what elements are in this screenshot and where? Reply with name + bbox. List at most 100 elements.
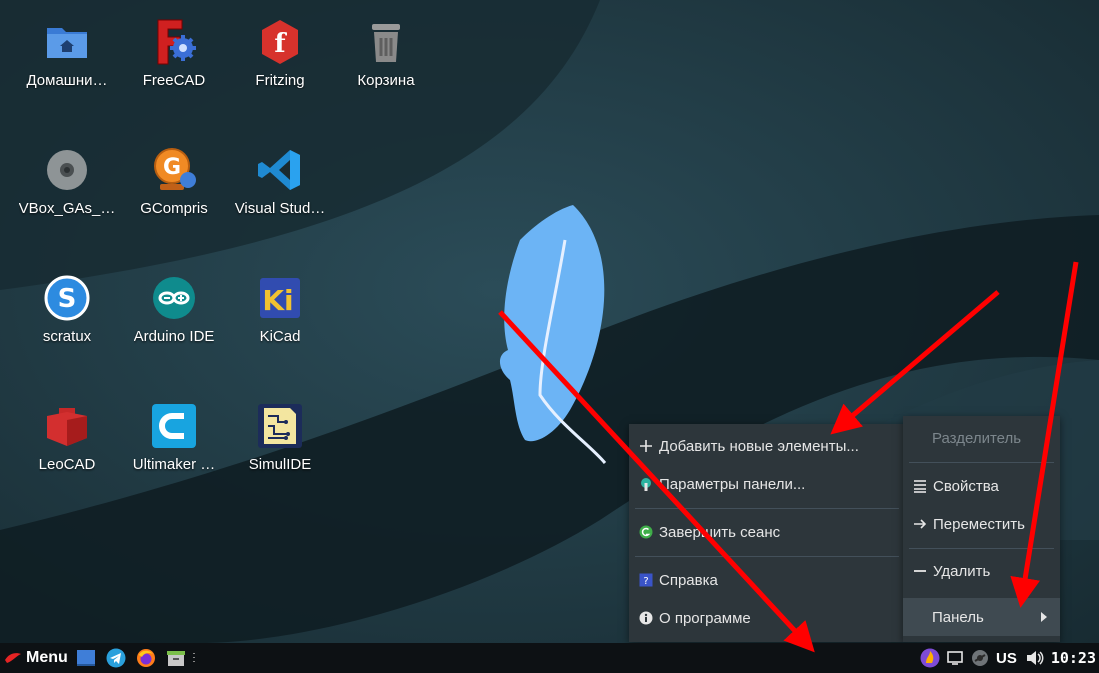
properties-icon <box>913 479 927 493</box>
submenu-arrow-icon <box>1041 612 1047 622</box>
desktop-icon-freecad[interactable]: FreeCAD <box>120 2 228 98</box>
trash-icon <box>372 24 400 62</box>
desktop-icon-trash[interactable]: Корзина <box>332 2 440 98</box>
cura-icon <box>152 404 196 448</box>
desktop-icon-label: SimulIDE <box>248 456 312 473</box>
desktop-icon-kicad[interactable]: Ki KiCad <box>226 258 334 354</box>
menu-item-properties[interactable]: Свойства <box>903 467 1060 505</box>
separator-dots-icon <box>192 653 195 662</box>
menu-separator <box>909 462 1054 463</box>
menu-item-separator-title: Разделитель <box>903 419 1060 457</box>
network-icon <box>972 650 988 666</box>
svg-text:Ki: Ki <box>262 284 293 317</box>
tray-app-icon <box>920 648 940 668</box>
telegram-icon <box>106 648 126 668</box>
show-desktop-icon <box>76 650 95 666</box>
keyboard-layout-indicator[interactable]: US <box>996 650 1017 667</box>
desktop-icon-label: scratux <box>42 328 92 345</box>
volume-icon <box>1026 651 1044 665</box>
menu-item-label: Свойства <box>933 477 999 495</box>
file-manager-launcher[interactable] <box>165 649 187 667</box>
svg-text:G: G <box>163 155 181 180</box>
vscode-icon <box>258 150 300 190</box>
panel-context-menu: Добавить новые элементы... Параметры пан… <box>629 424 905 642</box>
desktop-icon-label: KiCad <box>259 328 301 345</box>
panel-settings-icon <box>639 477 653 491</box>
desktop-icon-label: Домашни… <box>26 72 108 89</box>
panel-separator-handle[interactable] <box>191 652 197 664</box>
tray-network-button[interactable] <box>968 649 992 667</box>
desktop-icon-leocad[interactable]: LeoCAD <box>13 386 121 482</box>
desktop-icon-arduino[interactable]: Arduino IDE <box>120 258 228 354</box>
menu-item-label: Удалить <box>933 562 991 580</box>
tray-app-button[interactable] <box>918 648 942 668</box>
freecad-icon <box>157 19 196 65</box>
move-arrow-icon <box>913 517 927 531</box>
tray-display-button[interactable] <box>943 651 967 665</box>
desktop-icon-label: Ultimaker … <box>132 456 216 473</box>
svg-text:f: f <box>274 29 287 59</box>
volume-button[interactable] <box>1023 650 1047 666</box>
menu-item-label: Параметры панели... <box>659 475 806 493</box>
desktop-icon-fritzing[interactable]: f Fritzing <box>226 2 334 98</box>
desktop-icon-simulide[interactable]: SimulIDE <box>226 386 334 482</box>
file-manager-icon <box>166 651 185 666</box>
menu-item-label: Добавить новые элементы... <box>659 437 859 455</box>
scratux-icon: S <box>44 275 90 321</box>
desktop-icon-scratux[interactable]: S scratux <box>13 258 121 354</box>
desktop-icon-label: GCompris <box>140 200 208 217</box>
svg-text:?: ? <box>643 576 648 587</box>
desktop-icon-gcompris[interactable]: G GCompris <box>120 130 228 226</box>
disc-icon <box>47 150 87 190</box>
menu-item-add-new-items[interactable]: Добавить новые элементы... <box>629 427 905 465</box>
menu-label: Menu <box>26 649 68 666</box>
menu-item-label: Панель <box>932 608 984 626</box>
info-icon <box>639 611 653 625</box>
home-folder-icon <box>47 28 87 58</box>
firefox-icon <box>136 649 155 667</box>
telegram-launcher[interactable] <box>105 648 127 668</box>
taskbar-panel: Menu US 10:23 <box>0 643 1099 673</box>
gcompris-icon: G <box>154 148 196 190</box>
desktop-icon-label: Корзина <box>357 72 415 89</box>
desktop-icon-ultimaker[interactable]: Ultimaker … <box>120 386 228 482</box>
remove-icon <box>913 564 927 578</box>
leocad-icon <box>47 408 87 446</box>
desktop-icon-label: Visual Stud… <box>234 200 326 217</box>
desktop-icon-vbox[interactable]: VBox_GAs_… <box>13 130 121 226</box>
menu-button[interactable]: Menu <box>4 649 68 667</box>
svg-text:S: S <box>58 284 77 314</box>
logout-icon <box>639 525 653 539</box>
desktop-icon-home[interactable]: Домашни… <box>13 2 121 98</box>
menu-item-logout[interactable]: Завершить сеанс <box>629 513 905 551</box>
help-icon: ? <box>639 573 653 587</box>
firefox-launcher[interactable] <box>135 648 157 668</box>
menu-separator <box>909 548 1054 549</box>
display-icon <box>947 651 963 665</box>
desktop-icon-label: Fritzing <box>255 72 305 89</box>
desktop-icon-label: VBox_GAs_… <box>18 200 116 217</box>
show-desktop-button[interactable] <box>75 649 97 667</box>
menu-item-panel-submenu[interactable]: Панель <box>903 598 1060 636</box>
desktop-icon-label: FreeCAD <box>142 72 206 89</box>
menu-item-label: Разделитель <box>932 429 1022 447</box>
lubuntu-menu-icon <box>5 653 21 663</box>
menu-item-move[interactable]: Переместить <box>903 505 1060 543</box>
item-context-menu: Разделитель Свойства Переместить Удалить… <box>903 416 1060 642</box>
desktop-icon-vscode[interactable]: Visual Stud… <box>226 130 334 226</box>
plus-icon <box>639 439 653 453</box>
menu-item-panel-settings[interactable]: Параметры панели... <box>629 465 905 503</box>
menu-separator <box>635 508 899 509</box>
desktop-icon-label: LeoCAD <box>38 456 96 473</box>
menu-item-label: Переместить <box>933 515 1025 533</box>
menu-item-label: Завершить сеанс <box>659 523 781 541</box>
menu-item-about[interactable]: О программе <box>629 599 905 637</box>
menu-item-label: О программе <box>659 609 751 627</box>
menu-item-label: Справка <box>659 571 718 589</box>
clock[interactable]: 10:23 <box>1051 649 1096 667</box>
menu-item-remove[interactable]: Удалить <box>903 552 1060 590</box>
menu-item-help[interactable]: ? Справка <box>629 561 905 599</box>
fritzing-icon: f <box>262 20 298 64</box>
desktop-icon-label: Arduino IDE <box>133 328 215 345</box>
menu-separator <box>635 556 899 557</box>
